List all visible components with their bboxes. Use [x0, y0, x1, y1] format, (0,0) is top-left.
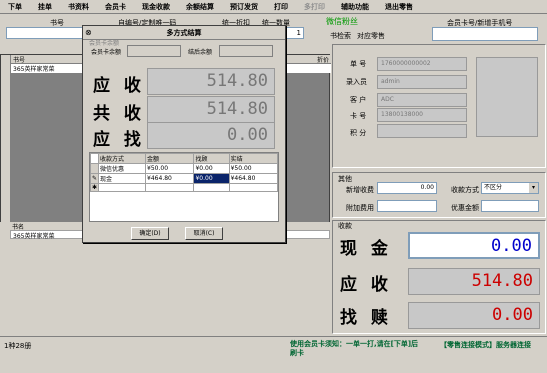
customer-label: 客 户: [350, 96, 367, 104]
dlg-change-label: 应 找: [93, 130, 145, 150]
toolbar-item-8[interactable]: 多打印: [296, 2, 333, 12]
payment-grid: 收款方式 金额 找顾 实结 微信优惠 ¥50.00 ¥0.00 ¥50.00 ✎ 现金 ¥464.8…: [89, 152, 279, 222]
toolbar-item-0[interactable]: 下单: [0, 2, 30, 12]
table-row[interactable]: ✎ 现金 ¥464.80 ¥0.00 ¥464.80: [89, 173, 279, 184]
member-balance-field: [127, 45, 181, 57]
grid-cell[interactable]: 微信优惠: [98, 163, 147, 174]
toolbar-item-1[interactable]: 挂单: [30, 2, 60, 12]
dlg-paid-label: 共 收: [93, 104, 145, 124]
member-input[interactable]: [432, 27, 538, 41]
points-field: [377, 124, 467, 138]
row-name: 365英样家常菜: [13, 66, 55, 73]
after-balance-label: 结后余额: [188, 49, 213, 56]
grid-header-3: 实结: [228, 153, 279, 164]
dialog-icon: ⊗: [85, 28, 92, 37]
receive-label: 应 收: [340, 275, 392, 295]
grid-cell[interactable]: [98, 183, 147, 192]
customer-photo: [476, 57, 538, 137]
points-label: 积 分: [350, 129, 367, 137]
add-fee-input[interactable]: [377, 200, 437, 212]
toolbar-item-7[interactable]: 打印: [266, 2, 296, 12]
grid-cell[interactable]: ¥50.00: [145, 163, 195, 174]
add-fee-label: 附加费用: [346, 204, 374, 212]
grid-header-1: 金额: [145, 153, 195, 164]
operator-label: 录入员: [346, 78, 367, 86]
multi-payment-dialog: 多方式结算 ⊗ 会员卡余额 会员卡余额 结后余额 应 收 514.80 共 收 …: [82, 25, 286, 243]
toolbar-item-3[interactable]: 会员卡: [97, 2, 134, 12]
grid-cell[interactable]: [145, 183, 195, 192]
toolbar-item-5[interactable]: 余额结算: [178, 2, 222, 12]
grid-cell[interactable]: [228, 183, 279, 192]
after-balance-field: [219, 45, 273, 57]
dlg-paid-field: 514.80: [147, 96, 275, 123]
new-row-icon: ✱: [89, 183, 100, 192]
grid-cell[interactable]: ¥464.80: [228, 173, 279, 184]
grid-header-2: 找顾: [193, 153, 230, 164]
toolbar-item-6[interactable]: 预订发货: [222, 2, 266, 12]
list-header-price: 折价: [317, 57, 330, 64]
operator-field: admin: [377, 75, 467, 89]
book-no-input[interactable]: [6, 27, 84, 39]
list-header-no: 书号: [13, 57, 26, 64]
toolbar-item-4[interactable]: 现金收款: [134, 2, 178, 12]
toolbar-item-10[interactable]: 退出零售: [377, 2, 421, 12]
pay-method-select[interactable]: 不区分 ▾: [481, 182, 539, 194]
new-row[interactable]: ✱: [89, 183, 279, 192]
row-indicator: [89, 163, 100, 174]
customer-field: ADC: [377, 93, 467, 107]
discount-amt-label: 优惠金额: [451, 204, 479, 212]
discount-amt-input[interactable]: [481, 200, 539, 212]
status-count: 1种28册: [4, 342, 32, 350]
grid-cell[interactable]: ¥464.80: [145, 173, 195, 184]
dlg-change-field: 0.00: [147, 122, 275, 149]
grid-header: 收款方式 金额 找顾 实结: [89, 153, 279, 164]
collect-label: 收款: [338, 222, 352, 230]
ok-button[interactable]: 确定(D): [131, 227, 169, 240]
pay-method-label: 收款方式: [451, 186, 479, 194]
change-field: 0.00: [408, 302, 540, 329]
chevron-down-icon[interactable]: ▾: [529, 183, 538, 193]
wechat-link[interactable]: 微信粉丝: [326, 16, 358, 27]
table-row[interactable]: 微信优惠 ¥50.00 ¥0.00 ¥50.00: [89, 163, 279, 174]
extra-fee-label: 新增收费: [346, 186, 374, 194]
card-field: 13800138000: [377, 108, 467, 122]
counter-label: 对应零售: [357, 32, 385, 40]
toolbar-item-9[interactable]: 辅助功能: [333, 2, 377, 12]
grid-header-0: 收款方式: [98, 153, 147, 164]
cash-label: 现 金: [340, 239, 392, 259]
pencil-icon: ✎: [89, 173, 100, 184]
extra-fee-input[interactable]: 0.00: [377, 182, 437, 194]
grid-cell[interactable]: ¥0.00: [193, 173, 230, 184]
order-no-field: 1760000000002: [377, 57, 467, 71]
grid-cell[interactable]: ¥0.00: [193, 163, 230, 174]
dlg-receivable-label: 应 收: [93, 76, 145, 96]
other-label: 其他: [338, 175, 352, 183]
dlg-receivable-field: 514.80: [147, 68, 275, 95]
order-no-label: 单 号: [350, 60, 367, 68]
mode-indicator: 【零售连接模式】服务器连接: [440, 341, 531, 349]
book-search-button[interactable]: 书检索: [330, 31, 351, 41]
member-balance-label: 会员卡余额: [91, 49, 122, 56]
member-notice: 使用会员卡须知：一单一打,请在[下单]后刷卡: [290, 340, 419, 357]
cancel-button[interactable]: 取消(C): [185, 227, 223, 240]
grid-cell[interactable]: 现金: [98, 173, 147, 184]
change-label: 找 赎: [340, 308, 392, 328]
grid-cell[interactable]: [193, 183, 230, 192]
card-label: 卡 号: [350, 112, 367, 120]
toolbar-item-2[interactable]: 书资料: [60, 2, 97, 12]
receive-field: 514.80: [408, 268, 540, 295]
toolbar: 下单 挂单 书资料 会员卡 现金收款 余额结算 预订发货 打印 多打印 辅助功能 退出零售: [0, 0, 547, 14]
member-balance-group: 会员卡余额: [89, 40, 120, 47]
cash-input[interactable]: 0.00: [408, 232, 540, 259]
grid-cell[interactable]: ¥50.00: [228, 163, 279, 174]
